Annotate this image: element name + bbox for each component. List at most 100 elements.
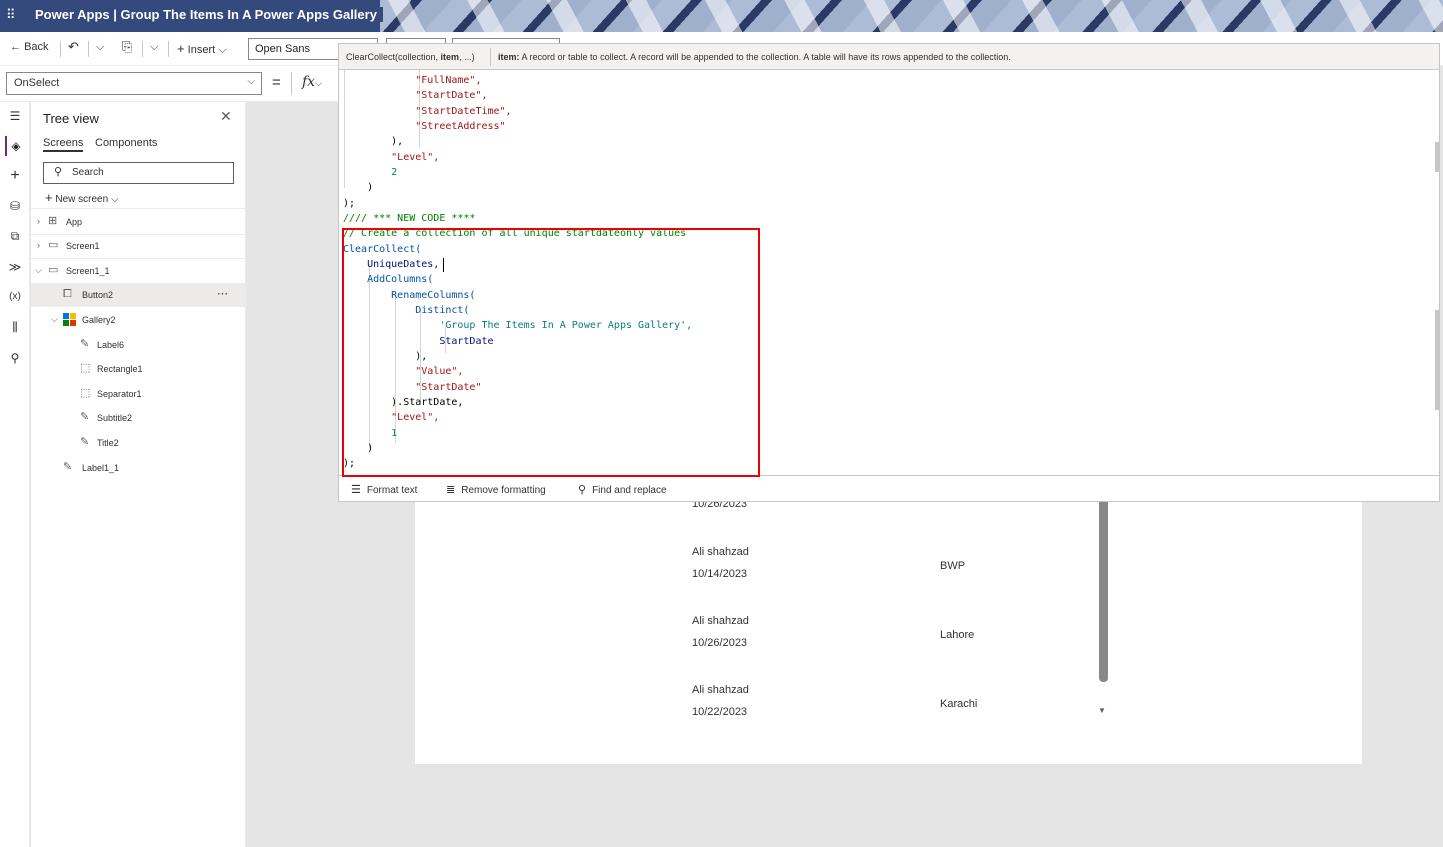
remove-formatting-icon: ≣ bbox=[446, 484, 456, 496]
formula-code-editor[interactable]: "FullName", "StartDate", "StartDateTime"… bbox=[338, 70, 1440, 475]
tree-view-title: Tree view bbox=[43, 111, 99, 126]
plus-icon: + bbox=[45, 190, 53, 205]
tree-node-screen1-1[interactable]: ⌵ ▭ Screen1_1 bbox=[31, 259, 246, 283]
code-line: "FullName", bbox=[343, 75, 482, 86]
screen-icon: ▭ bbox=[48, 264, 59, 276]
gallery-icon bbox=[63, 313, 76, 326]
toolbar-divider bbox=[142, 41, 143, 57]
plus-icon: + bbox=[177, 41, 185, 56]
search-icon[interactable]: ⚲ bbox=[5, 348, 25, 368]
code-line: UniqueDates, bbox=[343, 259, 440, 270]
toolbar-divider bbox=[168, 41, 169, 57]
code-line: ); bbox=[343, 198, 356, 209]
tree-node-label6[interactable]: ✎ Label6 bbox=[31, 333, 246, 357]
code-line: ).StartDate, bbox=[343, 397, 464, 408]
chevron-down-icon: ⌵ bbox=[315, 78, 322, 88]
code-line: "Level", bbox=[343, 412, 440, 423]
code-line: "Level", bbox=[343, 152, 440, 163]
paste-chevron-down-icon[interactable]: ⌵ bbox=[150, 41, 158, 54]
power-automate-icon[interactable]: ≫ bbox=[5, 257, 25, 277]
chevron-down-icon: ⌵ bbox=[51, 314, 58, 324]
gallery-row-title: Ali shahzad bbox=[692, 546, 749, 558]
gallery-row-subtitle: 10/26/2023 bbox=[692, 637, 748, 649]
more-options-icon[interactable]: ⋯ bbox=[217, 287, 228, 300]
chevron-right-icon: › bbox=[37, 240, 40, 250]
code-line: ), bbox=[343, 136, 404, 147]
text-caret bbox=[443, 258, 444, 272]
tree-view-layers-icon[interactable]: ◈ bbox=[5, 136, 25, 156]
toolbar-divider bbox=[60, 41, 61, 57]
undo-chevron-down-icon[interactable]: ⌵ bbox=[96, 41, 104, 54]
tree-node-title2[interactable]: ✎ Title2 bbox=[31, 431, 246, 455]
insert-button[interactable]: + Insert ⌵ bbox=[177, 41, 227, 57]
tree-node-app[interactable]: › ⊞ App bbox=[31, 210, 246, 234]
tree-node-button2[interactable]: ⧠ Button2 ⋯ bbox=[31, 283, 246, 307]
code-line: //// *** NEW CODE **** bbox=[343, 213, 476, 224]
gallery-row-subtitle: 10/22/2023 bbox=[692, 706, 748, 718]
undo-icon[interactable]: ↶ bbox=[68, 39, 79, 55]
code-line: ) bbox=[343, 182, 374, 193]
new-screen-button[interactable]: + New screen ⌵ bbox=[45, 190, 119, 205]
code-line: "StartDate", bbox=[343, 90, 488, 101]
code-line: "StartDateTime", bbox=[343, 106, 512, 117]
tab-components[interactable]: Components bbox=[95, 137, 157, 149]
parameter-description: item: A record or table to collect. A re… bbox=[498, 52, 1011, 62]
code-line: AddColumns( bbox=[343, 274, 434, 285]
variables-icon[interactable]: (x) bbox=[5, 287, 25, 307]
gallery-row-city: Karachi bbox=[940, 698, 978, 710]
tree-node-label1-1[interactable]: ✎ Label1_1 bbox=[31, 456, 246, 480]
find-replace-button[interactable]: ⚲ Find and replace bbox=[578, 483, 667, 496]
code-line: "Value", bbox=[343, 366, 464, 377]
button-control-icon: ⧠ bbox=[63, 288, 72, 300]
divider bbox=[490, 48, 491, 66]
gallery-scrollbar[interactable] bbox=[1099, 502, 1108, 682]
code-line: ClearCollect( bbox=[343, 244, 422, 255]
fx-button[interactable]: fx⌵ bbox=[291, 72, 333, 95]
tree-view-panel: Tree view ✕ Screens Components ⚲ Search … bbox=[31, 102, 246, 847]
property-dropdown[interactable]: OnSelect ⌵ bbox=[6, 72, 262, 95]
chevron-down-icon: ⌵ bbox=[35, 265, 42, 275]
app-screen-preview[interactable]: 10/26/2023 Ali shahzad 10/14/2023 BWP Al… bbox=[415, 502, 1362, 764]
gallery-row-city: BWP bbox=[940, 560, 966, 572]
back-button[interactable]: ← Back bbox=[10, 41, 49, 53]
label-edit-icon: ✎ bbox=[80, 338, 90, 350]
code-line: Distinct( bbox=[343, 305, 470, 316]
tree-node-screen1[interactable]: › ▭ Screen1 bbox=[31, 234, 246, 258]
overview-ruler-mark bbox=[1435, 142, 1439, 172]
format-text-button[interactable]: ☰ Format text bbox=[351, 483, 417, 496]
code-line: 1 bbox=[343, 428, 398, 439]
shape-icon: ⬚ bbox=[80, 362, 91, 374]
property-row: OnSelect ⌵ = fx⌵ bbox=[0, 66, 338, 102]
equals-sign: = bbox=[272, 74, 281, 91]
advanced-tools-icon[interactable]: ⫼ bbox=[5, 317, 25, 337]
code-line: "StartDate" bbox=[343, 382, 482, 393]
tab-screens[interactable]: Screens bbox=[43, 137, 84, 152]
gallery-row-subtitle: 10/14/2023 bbox=[692, 568, 748, 580]
paste-icon[interactable]: ⎘ bbox=[122, 39, 132, 55]
header-background-image bbox=[380, 0, 1443, 32]
app-grid-icon: ⊞ bbox=[48, 215, 58, 227]
tree-node-separator1[interactable]: ⬚ Separator1 bbox=[31, 382, 246, 406]
insert-plus-icon[interactable]: + bbox=[5, 166, 25, 186]
search-icon: ⚲ bbox=[578, 484, 587, 496]
gallery-row-title: Ali shahzad bbox=[692, 615, 749, 627]
media-icon[interactable]: ⧉ bbox=[5, 226, 25, 246]
screen-icon: ▭ bbox=[48, 239, 59, 251]
hamburger-menu-icon[interactable]: ☰ bbox=[5, 106, 25, 126]
remove-formatting-button[interactable]: ≣ Remove formatting bbox=[446, 483, 546, 496]
chevron-down-icon: ⌵ bbox=[218, 44, 227, 56]
chevron-right-icon: › bbox=[37, 216, 40, 226]
formula-format-bar: ☰ Format text ≣ Remove formatting ⚲ Find an… bbox=[338, 475, 1440, 502]
back-arrow-icon: ← bbox=[10, 41, 21, 53]
code-line: // Create a collection of all unique sta… bbox=[343, 228, 687, 239]
app-launcher-icon[interactable]: ⠿ bbox=[6, 8, 20, 22]
close-icon[interactable]: ✕ bbox=[220, 108, 232, 125]
scroll-down-arrow-icon[interactable]: ▼ bbox=[1098, 706, 1106, 715]
code-line: StartDate bbox=[343, 336, 494, 347]
overview-ruler-mark bbox=[1435, 310, 1439, 410]
tree-node-gallery2[interactable]: ⌵ Gallery2 bbox=[31, 308, 246, 332]
data-cylinder-icon[interactable]: ⛁ bbox=[5, 196, 25, 216]
tree-search-input[interactable]: ⚲ Search bbox=[43, 162, 234, 184]
tree-node-subtitle2[interactable]: ✎ Subtitle2 bbox=[31, 406, 246, 430]
tree-node-rectangle1[interactable]: ⬚ Rectangle1 bbox=[31, 357, 246, 381]
